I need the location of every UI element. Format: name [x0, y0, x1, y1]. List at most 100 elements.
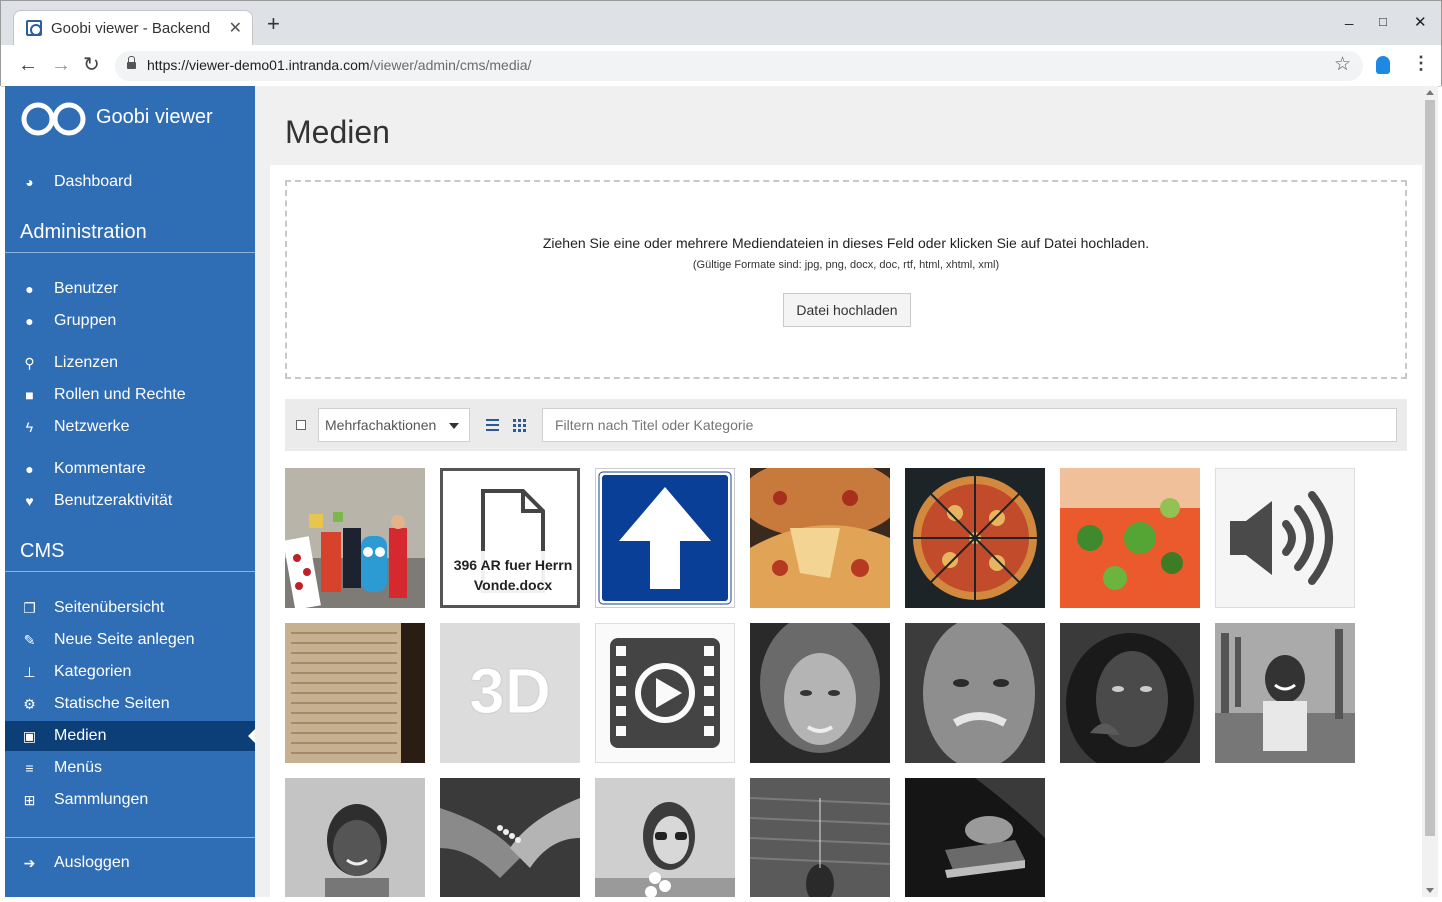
- sidebar-item-netzwerke[interactable]: ϟ Netzwerke: [5, 412, 255, 442]
- sidebar-item-medien[interactable]: ▣ Medien: [5, 721, 255, 751]
- media-item-woman-sunglasses[interactable]: [595, 778, 735, 897]
- bulk-actions-label: Mehrfachaktionen: [325, 417, 437, 433]
- forward-icon[interactable]: →: [51, 54, 71, 76]
- caret-down-icon: [449, 423, 459, 429]
- media-item-hooded-man-portrait[interactable]: [1060, 623, 1200, 763]
- bookmark-star-icon[interactable]: ☆: [1334, 53, 1351, 76]
- image-icon: ▣: [22, 727, 37, 744]
- main-content: Medien Ziehen Sie eine oder mehrere Medi…: [255, 86, 1423, 897]
- scroll-thumb[interactable]: [1425, 100, 1435, 836]
- sidebar-item-menues[interactable]: ≡ Menüs: [5, 753, 255, 783]
- sidebar-item-label: Kategorien: [54, 663, 132, 680]
- volume-up-icon: [1230, 491, 1333, 585]
- sidebar-item-label: Sammlungen: [54, 791, 149, 808]
- media-item-docx-file[interactable]: 396 AR fuer Herrn Vonde.docx: [440, 468, 580, 608]
- sidebar-item-seitenuebersicht[interactable]: ❐ Seitenübersicht: [5, 593, 255, 623]
- grid-view-icon[interactable]: [513, 419, 526, 432]
- media-item-child-portrait[interactable]: [285, 778, 425, 897]
- tab-bar: Goobi viewer - Backend ✕ + _ □ ✕: [1, 1, 1441, 45]
- sidebar-item-label: Benutzeraktivität: [54, 492, 173, 509]
- sidebar-item-dashboard[interactable]: ◕ Dashboard: [5, 167, 255, 197]
- page-scrollbar[interactable]: [1423, 86, 1438, 897]
- url-path: /viewer/admin/cms/media/: [369, 57, 532, 73]
- comments-icon: ●: [25, 461, 34, 477]
- back-icon[interactable]: ←: [18, 54, 38, 76]
- arrow-up-icon: [598, 471, 732, 605]
- media-item-salad-closeup[interactable]: [1060, 468, 1200, 608]
- upload-file-button[interactable]: Datei hochladen: [783, 293, 911, 327]
- lock-icon: ■: [25, 387, 34, 403]
- list-view-icon[interactable]: [486, 419, 499, 431]
- media-item-holding-hands[interactable]: [440, 778, 580, 897]
- media-item-old-manuscript[interactable]: [285, 623, 425, 763]
- scroll-down-icon[interactable]: [1426, 888, 1434, 893]
- media-item-pizza-top-view[interactable]: [905, 468, 1045, 608]
- sidebar-item-statische-seiten[interactable]: ⚙ Statische Seiten: [5, 689, 255, 719]
- pages-icon: ❐: [23, 599, 36, 616]
- key-icon: ⚲: [24, 354, 35, 371]
- minimize-button[interactable]: _: [1345, 9, 1353, 26]
- dropzone-text: Ziehen Sie eine oder mehrere Mediendatei…: [542, 235, 1150, 251]
- user-icon: ●: [25, 281, 34, 297]
- media-item-label: 396 AR fuer Herrn Vonde.docx: [446, 551, 577, 599]
- select-all-checkbox[interactable]: [296, 420, 306, 430]
- sidebar-item-label: Benutzer: [54, 280, 119, 297]
- media-item-reading-book[interactable]: [905, 778, 1045, 897]
- sidebar-item-lizenzen[interactable]: ⚲ Lizenzen: [5, 348, 255, 378]
- sidebar-item-benutzeraktivitaet[interactable]: ♥ Benutzeraktivität: [5, 486, 255, 516]
- sidebar-item-label: Ausloggen: [54, 854, 130, 871]
- infinity-logo-icon: [21, 102, 86, 136]
- browser-tab[interactable]: Goobi viewer - Backend ✕: [13, 10, 253, 45]
- filter-input[interactable]: [542, 408, 1397, 442]
- media-item-costume-group-photo[interactable]: [285, 468, 425, 608]
- sidebar-item-label: Menüs: [54, 759, 103, 776]
- cms-heading: CMS: [20, 540, 65, 562]
- close-window-button[interactable]: ✕: [1414, 13, 1427, 31]
- media-item-3d-object[interactable]: 3D: [440, 623, 580, 763]
- browser-menu-icon[interactable]: ⋮: [1412, 53, 1430, 73]
- sidebar-item-kategorien[interactable]: ⊥ Kategorien: [5, 657, 255, 687]
- browser-chrome: Goobi viewer - Backend ✕ + _ □ ✕ ← → ↻ h…: [0, 0, 1442, 87]
- upload-dropzone[interactable]: Ziehen Sie eine oder mehrere Mediendatei…: [285, 180, 1407, 379]
- sidebar-item-kommentare[interactable]: ● Kommentare: [5, 454, 255, 484]
- bulk-actions-select[interactable]: Mehrfachaktionen: [318, 408, 470, 442]
- scroll-up-icon[interactable]: [1426, 90, 1434, 95]
- media-item-sea-photo[interactable]: [750, 778, 890, 897]
- media-item-elderly-woman-portrait[interactable]: [750, 623, 890, 763]
- media-item-pizza-slice[interactable]: [750, 468, 890, 608]
- bolt-icon: ϟ: [25, 419, 34, 435]
- maximize-button[interactable]: □: [1379, 14, 1387, 29]
- sidebar-item-label: Rollen und Rechte: [54, 386, 186, 403]
- sidebar-item-sammlungen[interactable]: ⊞ Sammlungen: [5, 785, 255, 815]
- media-item-old-man-portrait[interactable]: [905, 623, 1045, 763]
- sidebar-item-label: Netzwerke: [54, 418, 130, 435]
- lock-icon: [127, 56, 136, 71]
- bars-icon: ≡: [25, 760, 34, 776]
- url-field[interactable]: https://viewer-demo01.intranda.com/viewe…: [115, 51, 1363, 81]
- sidebar-item-rollen[interactable]: ■ Rollen und Rechte: [5, 380, 255, 410]
- new-tab-button[interactable]: +: [267, 13, 280, 35]
- brand-name[interactable]: Goobi viewer: [96, 106, 213, 129]
- divider: [5, 252, 255, 253]
- collection-icon: ⊞: [23, 791, 36, 808]
- sidebar-item-logout[interactable]: ➔ Ausloggen: [5, 848, 255, 878]
- page-title: Medien: [285, 114, 390, 150]
- extension-icon[interactable]: [1376, 56, 1390, 74]
- sidebar-item-benutzer[interactable]: ● Benutzer: [5, 274, 255, 304]
- goobi-logo[interactable]: [20, 100, 88, 138]
- sidebar-item-neue-seite[interactable]: ✎ Neue Seite anlegen: [5, 625, 255, 655]
- close-tab-icon[interactable]: ✕: [229, 18, 242, 38]
- media-item-boy-smiling[interactable]: [1215, 623, 1355, 763]
- sidebar-item-gruppen[interactable]: ● Gruppen: [5, 306, 255, 336]
- sidebar-item-label: Gruppen: [54, 312, 117, 329]
- media-toolbar: Mehrfachaktionen: [285, 399, 1407, 451]
- address-bar: ← → ↻ https://viewer-demo01.intranda.com…: [1, 45, 1441, 87]
- dropzone-format-hint: (Gültige Formate sind: jpg, png, docx, d…: [692, 259, 1000, 271]
- sidebar-item-label: Lizenzen: [54, 354, 119, 371]
- media-item-video-file[interactable]: [595, 623, 735, 763]
- dashboard-icon: ◕: [25, 174, 34, 190]
- cogs-icon: ⚙: [23, 695, 36, 712]
- reload-icon[interactable]: ↻: [83, 54, 100, 76]
- media-item-arrow-sign[interactable]: [595, 468, 735, 608]
- media-item-audio-file[interactable]: [1215, 468, 1355, 608]
